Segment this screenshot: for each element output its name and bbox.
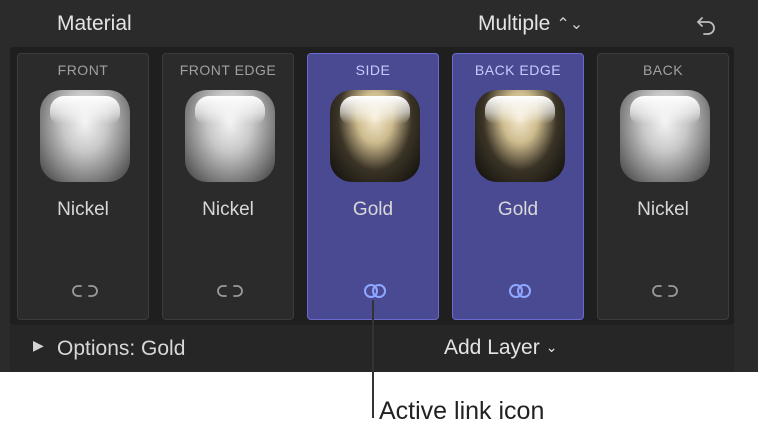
material-header: Material Multiple ⌃⌄ (0, 0, 758, 50)
layer-card-side[interactable]: SIDE Gold (307, 53, 439, 320)
layer-label: BACK (642, 62, 684, 78)
multiple-label: Multiple (478, 12, 551, 35)
updown-chevron-icon: ⌃⌄ (556, 16, 584, 33)
layer-label: BACK EDGE (474, 62, 562, 78)
layer-label: SIDE (355, 62, 391, 78)
options-row: ▶ Options: Gold Add Layer ⌄ (0, 325, 758, 372)
layer-card-front-edge[interactable]: FRONT EDGE Nickel (162, 53, 294, 320)
add-layer-popup[interactable]: Add Layer ⌄ (444, 336, 557, 360)
unlinked-icon[interactable] (68, 280, 102, 302)
callout-label: Active link icon (379, 397, 545, 425)
nickel-swatch[interactable] (185, 90, 275, 182)
layer-card-front[interactable]: FRONT Nickel (17, 53, 149, 320)
layer-label: FRONT EDGE (179, 62, 277, 78)
active-link-icon[interactable] (358, 280, 392, 302)
layer-card-back-edge[interactable]: BACK EDGE Gold (452, 53, 584, 320)
options-label[interactable]: Options: Gold (57, 337, 185, 361)
active-link-icon[interactable] (503, 280, 537, 302)
material-name: Nickel (637, 199, 689, 220)
gold-swatch[interactable] (475, 90, 565, 182)
material-preset-popup[interactable]: Multiple ⌃⌄ (478, 12, 583, 36)
material-inspector-panel: Material Multiple ⌃⌄ FRONT Nickel FRONT E… (0, 0, 758, 372)
layer-card-back[interactable]: BACK Nickel (597, 53, 729, 320)
gold-swatch[interactable] (330, 90, 420, 182)
disclosure-triangle-icon[interactable]: ▶ (33, 337, 44, 354)
unlinked-icon[interactable] (213, 280, 247, 302)
material-name: Gold (497, 199, 539, 220)
material-name: Nickel (57, 199, 109, 220)
chevron-down-icon: ⌄ (545, 339, 558, 355)
material-name: Gold (352, 199, 394, 220)
nickel-swatch[interactable] (40, 90, 130, 182)
unlinked-icon[interactable] (648, 280, 682, 302)
layer-label: FRONT (57, 62, 109, 78)
add-layer-label: Add Layer (444, 336, 540, 359)
nickel-swatch[interactable] (620, 90, 710, 182)
undo-icon[interactable] (694, 10, 720, 36)
callout-line (372, 300, 374, 418)
material-name: Nickel (202, 199, 254, 220)
material-title: Material (57, 12, 132, 35)
